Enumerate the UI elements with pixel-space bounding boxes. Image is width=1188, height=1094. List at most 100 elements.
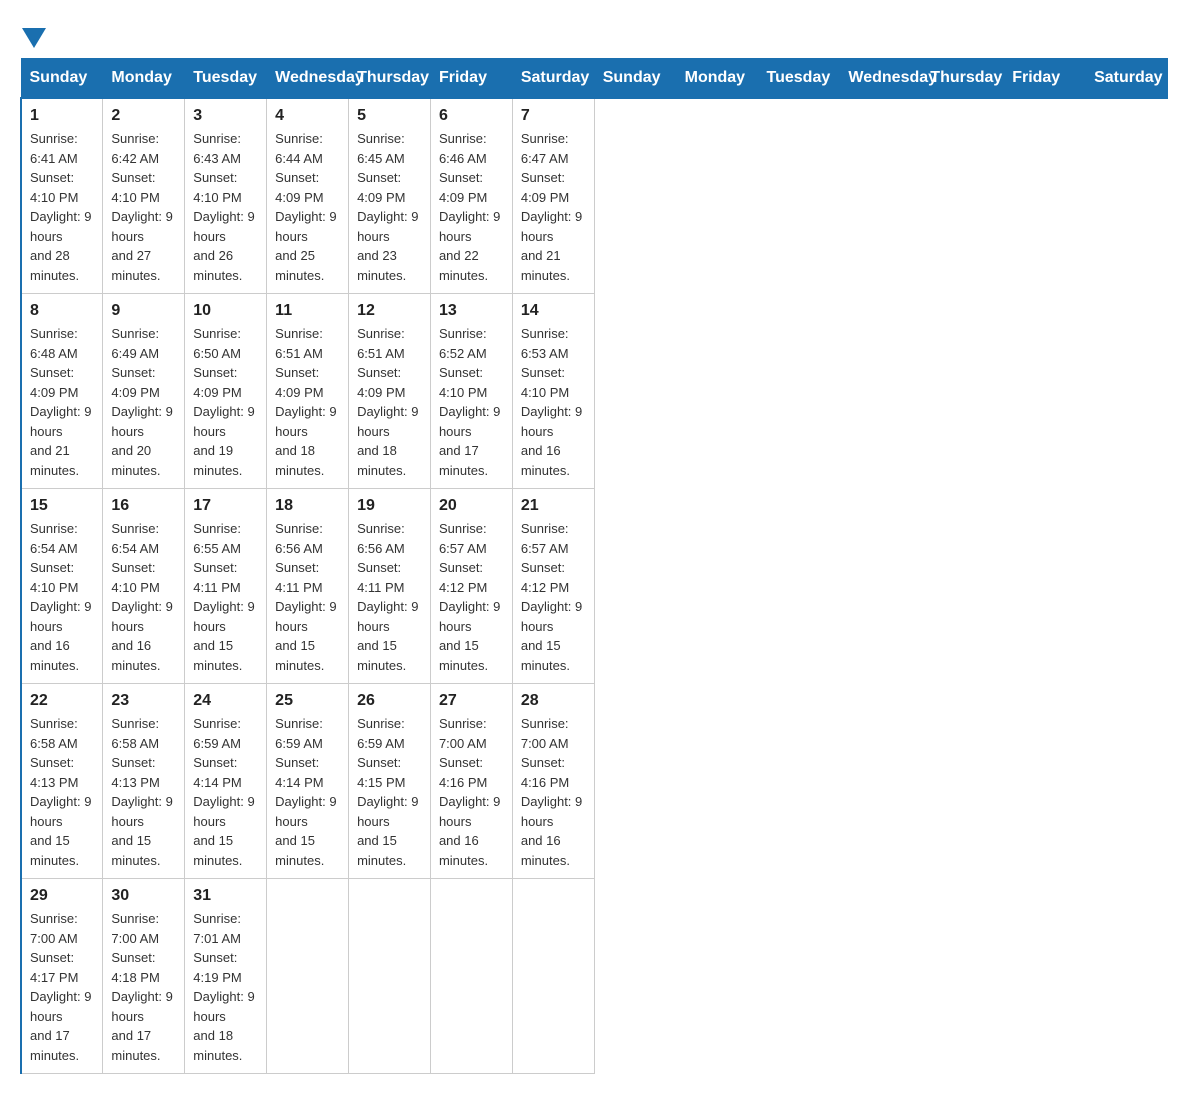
calendar-cell: 8 Sunrise: 6:48 AMSunset: 4:09 PMDaylight… xyxy=(21,294,103,489)
header-day-sunday: Sunday xyxy=(594,59,676,99)
logo-text xyxy=(20,20,48,48)
header-day-thursday: Thursday xyxy=(922,59,1004,99)
day-number: 3 xyxy=(193,107,258,125)
header-day-tuesday: Tuesday xyxy=(185,59,267,99)
day-info: Sunrise: 7:00 AMSunset: 4:16 PMDaylight:… xyxy=(439,714,504,870)
day-number: 16 xyxy=(111,497,176,515)
day-number: 6 xyxy=(439,107,504,125)
day-info: Sunrise: 6:47 AMSunset: 4:09 PMDaylight:… xyxy=(521,129,586,285)
day-info: Sunrise: 6:54 AMSunset: 4:10 PMDaylight:… xyxy=(30,519,94,675)
calendar-cell: 4Sunrise: 6:44 AMSunset: 4:09 PMDaylight… xyxy=(267,98,349,294)
calendar-cell: 13Sunrise: 6:52 AMSunset: 4:10 PMDayligh… xyxy=(430,294,512,489)
day-info: Sunrise: 6:59 AMSunset: 4:14 PMDaylight:… xyxy=(193,714,258,870)
calendar-cell: 5Sunrise: 6:45 AMSunset: 4:09 PMDaylight… xyxy=(349,98,431,294)
day-number: 11 xyxy=(275,302,340,320)
day-info: Sunrise: 6:58 AMSunset: 4:13 PMDaylight:… xyxy=(30,714,94,870)
page-header xyxy=(20,20,1168,48)
day-number: 1 xyxy=(30,107,94,125)
day-info: Sunrise: 6:45 AMSunset: 4:09 PMDaylight:… xyxy=(357,129,422,285)
calendar-cell: 14Sunrise: 6:53 AMSunset: 4:10 PMDayligh… xyxy=(512,294,594,489)
day-number: 26 xyxy=(357,692,422,710)
day-number: 13 xyxy=(439,302,504,320)
header-day-saturday: Saturday xyxy=(1086,59,1168,99)
day-info: Sunrise: 6:50 AMSunset: 4:09 PMDaylight:… xyxy=(193,324,258,480)
day-number: 20 xyxy=(439,497,504,515)
header-day-tuesday: Tuesday xyxy=(758,59,840,99)
day-number: 24 xyxy=(193,692,258,710)
day-number: 18 xyxy=(275,497,340,515)
calendar-cell: 30 Sunrise: 7:00 AMSunset: 4:18 PMDayligh… xyxy=(103,879,185,1074)
day-info: Sunrise: 6:43 AMSunset: 4:10 PMDaylight:… xyxy=(193,129,258,285)
header-day-wednesday: Wednesday xyxy=(267,59,349,99)
day-info: Sunrise: 6:54 AMSunset: 4:10 PMDaylight:… xyxy=(111,519,176,675)
day-number: 9 xyxy=(111,302,176,320)
day-number: 19 xyxy=(357,497,422,515)
day-info: Sunrise: 6:59 AMSunset: 4:14 PMDaylight:… xyxy=(275,714,340,870)
header-day-saturday: Saturday xyxy=(512,59,594,99)
day-info: Sunrise: 6:42 AMSunset: 4:10 PMDaylight:… xyxy=(111,129,176,285)
day-number: 17 xyxy=(193,497,258,515)
day-info: Sunrise: 6:48 AMSunset: 4:09 PMDaylight:… xyxy=(30,324,94,480)
day-number: 25 xyxy=(275,692,340,710)
calendar-cell: 1 Sunrise: 6:41 AMSunset: 4:10 PMDaylight… xyxy=(21,98,103,294)
header-day-thursday: Thursday xyxy=(349,59,431,99)
calendar-cell: 29 Sunrise: 7:00 AMSunset: 4:17 PMDayligh… xyxy=(21,879,103,1074)
day-number: 29 xyxy=(30,887,94,905)
day-number: 31 xyxy=(193,887,258,905)
calendar-cell: 28 Sunrise: 7:00 AMSunset: 4:16 PMDayligh… xyxy=(512,684,594,879)
header-day-sunday: Sunday xyxy=(21,59,103,99)
day-info: Sunrise: 7:01 AMSunset: 4:19 PMDaylight:… xyxy=(193,909,258,1065)
day-info: Sunrise: 7:00 AMSunset: 4:18 PMDaylight:… xyxy=(111,909,176,1065)
day-number: 15 xyxy=(30,497,94,515)
day-number: 4 xyxy=(275,107,340,125)
calendar-cell: 3 Sunrise: 6:43 AMSunset: 4:10 PMDaylight… xyxy=(185,98,267,294)
day-number: 12 xyxy=(357,302,422,320)
day-number: 21 xyxy=(521,497,586,515)
day-info: Sunrise: 6:57 AMSunset: 4:12 PMDaylight:… xyxy=(439,519,504,675)
day-info: Sunrise: 6:53 AMSunset: 4:10 PMDaylight:… xyxy=(521,324,586,480)
day-info: Sunrise: 7:00 AMSunset: 4:17 PMDaylight:… xyxy=(30,909,94,1065)
day-number: 8 xyxy=(30,302,94,320)
calendar-cell xyxy=(430,879,512,1074)
calendar-cell: 26Sunrise: 6:59 AMSunset: 4:15 PMDayligh… xyxy=(349,684,431,879)
calendar-cell: 2 Sunrise: 6:42 AMSunset: 4:10 PMDaylight… xyxy=(103,98,185,294)
header-day-wednesday: Wednesday xyxy=(840,59,922,99)
calendar-cell: 7 Sunrise: 6:47 AMSunset: 4:09 PMDaylight… xyxy=(512,98,594,294)
header-day-monday: Monday xyxy=(676,59,758,99)
day-number: 28 xyxy=(521,692,586,710)
calendar-week-row: 15 Sunrise: 6:54 AMSunset: 4:10 PMDayligh… xyxy=(21,489,1168,684)
calendar-cell: 17 Sunrise: 6:55 AMSunset: 4:11 PMDayligh… xyxy=(185,489,267,684)
logo xyxy=(20,20,48,48)
day-info: Sunrise: 6:58 AMSunset: 4:13 PMDaylight:… xyxy=(111,714,176,870)
calendar-cell: 27Sunrise: 7:00 AMSunset: 4:16 PMDayligh… xyxy=(430,684,512,879)
header-day-monday: Monday xyxy=(103,59,185,99)
calendar-cell: 19 Sunrise: 6:56 AMSunset: 4:11 PMDayligh… xyxy=(349,489,431,684)
calendar-week-row: 1 Sunrise: 6:41 AMSunset: 4:10 PMDaylight… xyxy=(21,98,1168,294)
day-number: 2 xyxy=(111,107,176,125)
calendar-cell: 6Sunrise: 6:46 AMSunset: 4:09 PMDaylight… xyxy=(430,98,512,294)
day-info: Sunrise: 7:00 AMSunset: 4:16 PMDaylight:… xyxy=(521,714,586,870)
calendar-cell: 12 Sunrise: 6:51 AMSunset: 4:09 PMDayligh… xyxy=(349,294,431,489)
calendar-cell: 16 Sunrise: 6:54 AMSunset: 4:10 PMDayligh… xyxy=(103,489,185,684)
day-info: Sunrise: 6:41 AMSunset: 4:10 PMDaylight:… xyxy=(30,129,94,285)
calendar-week-row: 22 Sunrise: 6:58 AMSunset: 4:13 PMDayligh… xyxy=(21,684,1168,879)
logo-triangle-icon xyxy=(22,28,46,48)
calendar-week-row: 29 Sunrise: 7:00 AMSunset: 4:17 PMDayligh… xyxy=(21,879,1168,1074)
calendar-cell xyxy=(349,879,431,1074)
calendar-cell xyxy=(512,879,594,1074)
calendar-cell: 23 Sunrise: 6:58 AMSunset: 4:13 PMDayligh… xyxy=(103,684,185,879)
calendar-cell: 11Sunrise: 6:51 AMSunset: 4:09 PMDayligh… xyxy=(267,294,349,489)
day-number: 22 xyxy=(30,692,94,710)
calendar-cell: 10Sunrise: 6:50 AMSunset: 4:09 PMDayligh… xyxy=(185,294,267,489)
calendar-cell: 9Sunrise: 6:49 AMSunset: 4:09 PMDaylight… xyxy=(103,294,185,489)
header-day-friday: Friday xyxy=(430,59,512,99)
day-info: Sunrise: 6:56 AMSunset: 4:11 PMDaylight:… xyxy=(275,519,340,675)
calendar-cell: 21Sunrise: 6:57 AMSunset: 4:12 PMDayligh… xyxy=(512,489,594,684)
day-info: Sunrise: 6:51 AMSunset: 4:09 PMDaylight:… xyxy=(357,324,422,480)
day-info: Sunrise: 6:56 AMSunset: 4:11 PMDaylight:… xyxy=(357,519,422,675)
calendar-cell xyxy=(267,879,349,1074)
day-number: 23 xyxy=(111,692,176,710)
day-info: Sunrise: 6:55 AMSunset: 4:11 PMDaylight:… xyxy=(193,519,258,675)
day-number: 30 xyxy=(111,887,176,905)
day-number: 7 xyxy=(521,107,586,125)
